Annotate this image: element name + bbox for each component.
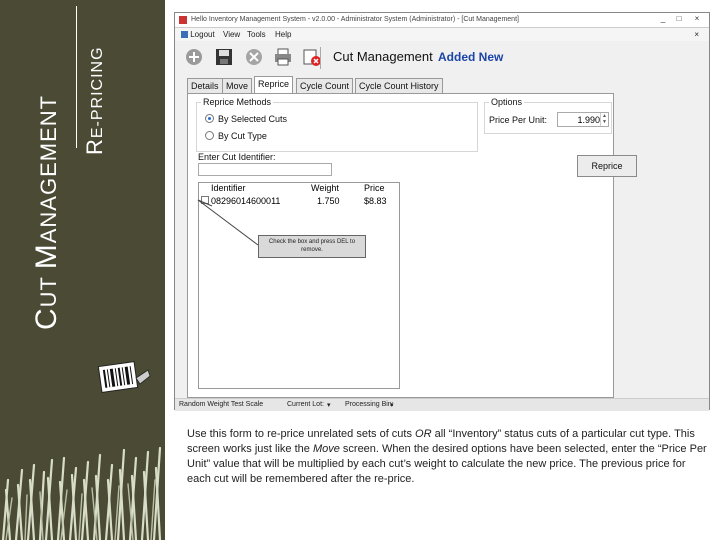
description-text: Use this form to re-price unrelated sets…: [187, 428, 707, 485]
callout-note: Check the box and press DEL to remove.: [258, 235, 366, 258]
